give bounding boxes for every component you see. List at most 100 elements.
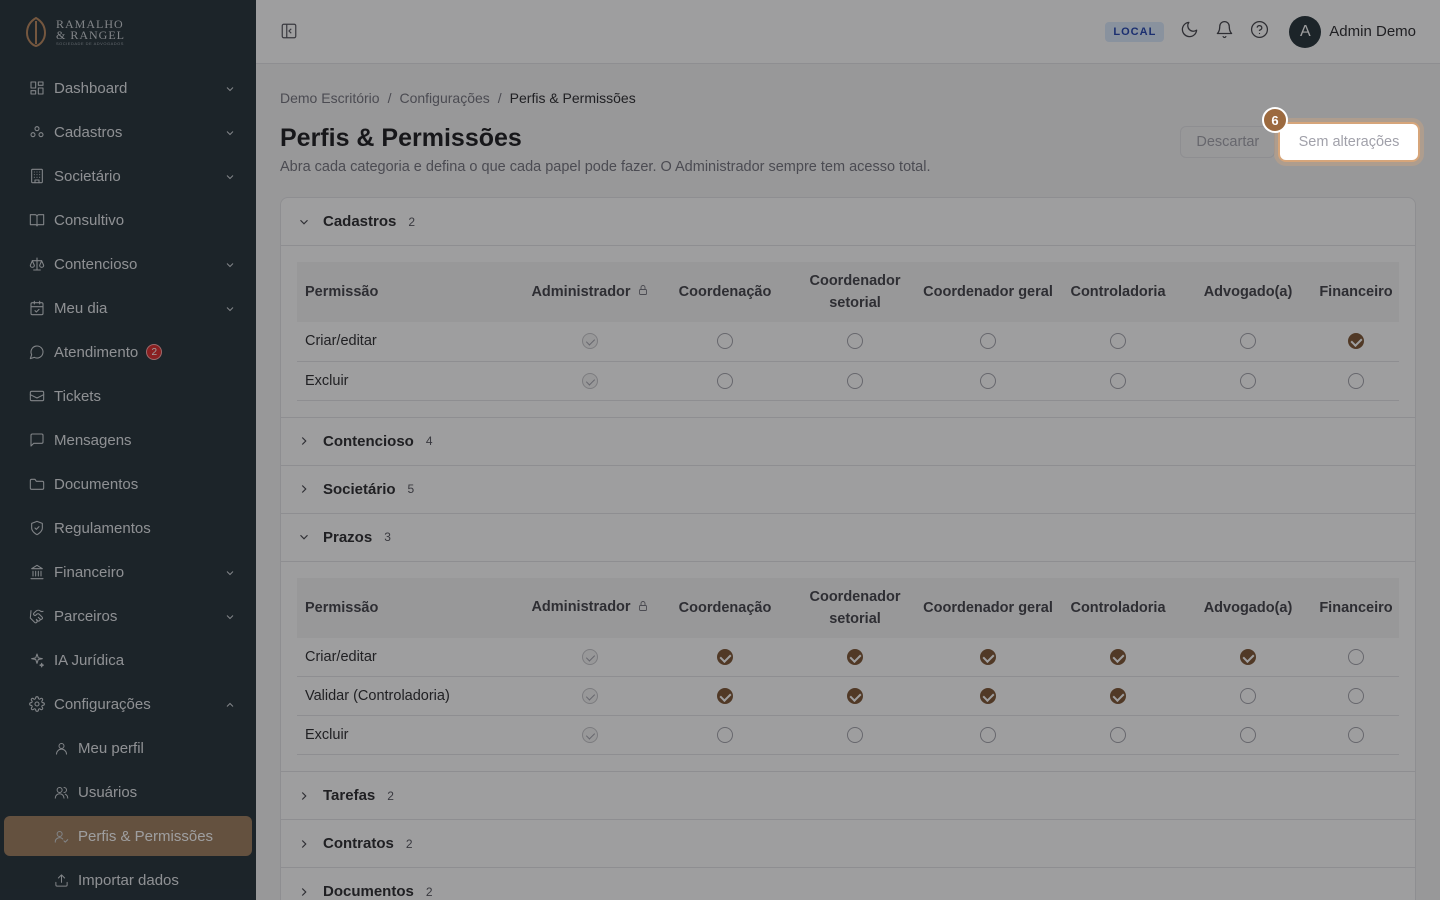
category-name: Tarefas	[323, 787, 376, 804]
category-header[interactable]: Prazos 3	[281, 514, 1415, 562]
permission-checkbox[interactable]	[1348, 688, 1364, 705]
permission-checkbox[interactable]	[717, 333, 733, 350]
category-header[interactable]: Contencioso 4	[281, 418, 1415, 466]
column-header: Coordenação	[663, 578, 787, 638]
table-header-row: Permissão Administrador Coordenação Coorden…	[297, 262, 1399, 322]
permission-checkbox[interactable]	[980, 688, 996, 705]
sidebar-item-contencioso[interactable]: Contencioso	[0, 242, 256, 286]
permission-checkbox[interactable]	[717, 688, 733, 705]
permission-cell	[517, 715, 663, 755]
category-name: Documentos	[323, 883, 414, 900]
permission-checkbox[interactable]	[847, 727, 863, 744]
help-icon[interactable]	[1250, 20, 1269, 44]
permission-checkbox[interactable]	[980, 648, 996, 665]
permission-cell	[1313, 715, 1399, 755]
permission-checkbox[interactable]	[847, 333, 863, 350]
sidebar-item-label: Societário	[54, 167, 121, 185]
permission-checkbox[interactable]	[847, 372, 863, 389]
permission-checkbox[interactable]	[717, 372, 733, 389]
permission-checkbox[interactable]	[717, 727, 733, 744]
sidebar-item-ia-jur-dica[interactable]: IA Jurídica	[0, 638, 256, 682]
permission-cell	[923, 715, 1053, 755]
column-label: Coordenador geral	[923, 284, 1053, 300]
sidebar-subitem-usu-rios[interactable]: Usuários	[0, 770, 256, 814]
sidebar-subitem-meu-perfil[interactable]: Meu perfil	[0, 726, 256, 770]
sidebar-item-meu-dia[interactable]: Meu dia	[0, 286, 256, 330]
permission-checkbox[interactable]	[1240, 727, 1256, 744]
sidebar-item-mensagens[interactable]: Mensagens	[0, 418, 256, 462]
permission-checkbox[interactable]	[1110, 727, 1126, 744]
user-menu[interactable]: A Admin Demo	[1289, 15, 1416, 48]
permission-cell	[1183, 637, 1313, 677]
permission-checkbox[interactable]	[1348, 648, 1364, 665]
user-check-icon	[52, 827, 70, 845]
moon-icon[interactable]	[1180, 20, 1199, 44]
sidebar-item-cadastros[interactable]: Cadastros	[0, 110, 256, 154]
permission-checkbox[interactable]	[1348, 333, 1364, 350]
permission-checkbox[interactable]	[847, 648, 863, 665]
permission-cell	[923, 676, 1053, 716]
permission-checkbox[interactable]	[847, 688, 863, 705]
permission-checkbox[interactable]	[980, 372, 996, 389]
permission-cell	[923, 637, 1053, 677]
permission-checkbox[interactable]	[1110, 333, 1126, 350]
permission-checkbox[interactable]	[717, 648, 733, 665]
column-header: Administrador	[517, 578, 663, 638]
brand-logo[interactable]: RAMALHO & RANGEL SOCIEDADE DE ADVOGADOS	[0, 0, 256, 64]
bank-icon	[28, 563, 46, 581]
breadcrumb-separator: /	[387, 90, 392, 106]
topbar: LOCAL A Admin Demo	[256, 0, 1440, 64]
column-header: Coordenador setorial	[787, 262, 923, 322]
breadcrumb-item[interactable]: Configurações	[399, 90, 489, 106]
breadcrumb-item[interactable]: Demo Escritório	[280, 90, 380, 106]
permission-checkbox[interactable]	[980, 333, 996, 350]
table-row: Criar/editar	[297, 322, 1399, 362]
permission-checkbox[interactable]	[1110, 648, 1126, 665]
permission-checkbox[interactable]	[1348, 727, 1364, 744]
permission-checkbox[interactable]	[1240, 688, 1256, 705]
sidebar-item-atendimento[interactable]: Atendimento 2	[0, 330, 256, 374]
category-header[interactable]: Contratos 2	[281, 820, 1415, 868]
sidebar-item-configura-es[interactable]: Configurações	[0, 682, 256, 726]
chevron-down-icon	[224, 566, 236, 578]
permission-checkbox[interactable]	[1110, 372, 1126, 389]
chat-icon	[28, 343, 46, 361]
permission-checkbox[interactable]	[1240, 372, 1256, 389]
user-icon	[52, 739, 70, 757]
permission-checkbox[interactable]	[980, 727, 996, 744]
column-label: Permissão	[305, 284, 379, 300]
permission-checkbox[interactable]	[1240, 648, 1256, 665]
sidebar-item-label: Regulamentos	[54, 519, 151, 537]
category-header[interactable]: Tarefas 2	[281, 772, 1415, 820]
sidebar-item-consultivo[interactable]: Consultivo	[0, 198, 256, 242]
sidebar-item-parceiros[interactable]: Parceiros	[0, 594, 256, 638]
sidebar-item-regulamentos[interactable]: Regulamentos	[0, 506, 256, 550]
discard-button[interactable]: Descartar	[1180, 126, 1276, 158]
category-header[interactable]: Cadastros 2	[281, 198, 1415, 246]
category-name: Prazos	[323, 528, 373, 546]
message-icon	[28, 431, 46, 449]
sidebar-item-societ-rio[interactable]: Societário	[0, 154, 256, 198]
permission-checkbox[interactable]	[1348, 372, 1364, 389]
sidebar-subitem-importar-dados[interactable]: Importar dados	[0, 858, 256, 900]
permission-cell	[787, 676, 923, 716]
column-label: Coordenador setorial	[809, 588, 901, 627]
tour-highlight-save-button[interactable]: Sem alterações	[1278, 122, 1420, 162]
column-header: Permissão	[297, 262, 517, 322]
sidebar-item-tickets[interactable]: Tickets	[0, 374, 256, 418]
sidebar-item-label: Dashboard	[54, 79, 128, 97]
sidebar-item-dashboard[interactable]: Dashboard	[0, 66, 256, 110]
permission-checkbox[interactable]	[1110, 688, 1126, 705]
category-header[interactable]: Societário 5	[281, 466, 1415, 514]
sidebar-subitem-perfis-permiss-es[interactable]: Perfis & Permissões	[4, 816, 252, 856]
category-header[interactable]: Documentos 2	[281, 868, 1415, 900]
bell-icon[interactable]	[1215, 20, 1234, 44]
chevron-up-icon	[224, 698, 236, 710]
permission-checkbox[interactable]	[1240, 333, 1256, 350]
sidebar-item-financeiro[interactable]: Financeiro	[0, 550, 256, 594]
sidebar-item-documentos[interactable]: Documentos	[0, 462, 256, 506]
permission-cell	[663, 637, 787, 677]
sidebar-toggle-icon[interactable]	[280, 22, 300, 42]
sidebar-item-label: Contencioso	[54, 255, 138, 273]
column-header: Coordenação	[663, 262, 787, 322]
